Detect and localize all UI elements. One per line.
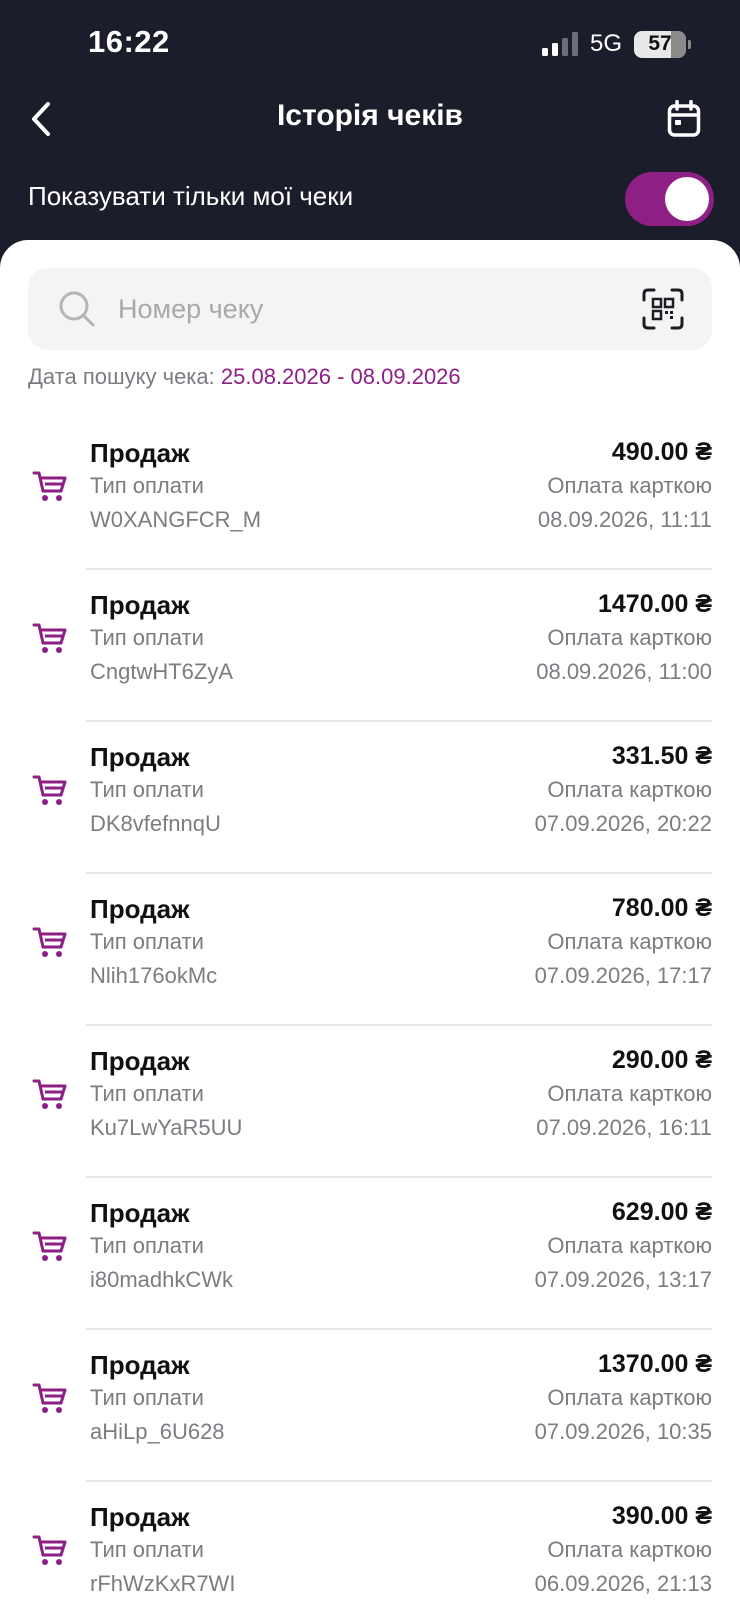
payment-type-label: Тип оплати (90, 1233, 204, 1258)
receipt-title: Продаж (90, 894, 190, 924)
receipt-datetime: 07.09.2026, 20:22 (534, 811, 712, 836)
payment-method: Оплата карткою (547, 1385, 712, 1410)
receipt-datetime: 08.09.2026, 11:00 (536, 659, 712, 684)
qr-scan-button[interactable] (642, 288, 684, 330)
payment-type-label: Тип оплати (90, 1385, 204, 1410)
payment-type-label: Тип оплати (90, 1081, 204, 1106)
receipt-amount: 1370.00 ₴ (598, 1350, 712, 1378)
payment-type-label: Тип оплати (90, 625, 204, 650)
receipt-datetime: 08.09.2026, 11:11 (537, 507, 712, 532)
receipt-number-input[interactable] (118, 288, 598, 330)
receipt-title: Продаж (90, 1350, 190, 1380)
payment-method: Оплата карткою (547, 929, 712, 954)
receipt-id: CngtwHT6ZyA (90, 659, 234, 684)
receipt-datetime: 06.09.2026, 21:13 (534, 1571, 712, 1596)
signal-icon (541, 32, 578, 56)
shopping-cart-icon (32, 1231, 67, 1261)
payment-type-label: Тип оплати (90, 1537, 204, 1562)
payment-method: Оплата карткою (547, 777, 712, 802)
page-title: Історія чеків (276, 99, 464, 132)
content-sheet: Дата пошуку чека: 25.08.2026 - 08.09.202… (0, 240, 740, 1600)
search-box (28, 268, 712, 350)
receipt-datetime: 07.09.2026, 10:35 (534, 1419, 712, 1444)
receipt-datetime: 07.09.2026, 16:11 (536, 1115, 712, 1140)
receipt-item[interactable]: Продаж Тип оплати aHiLp_6U628 1370.00 ₴ … (0, 1330, 740, 1482)
toggle-knob (665, 177, 709, 221)
only-mine-label: Показувати тільки мої чеки (28, 181, 354, 211)
receipt-title: Продаж (90, 590, 190, 620)
payment-method: Оплата карткою (547, 1537, 712, 1562)
receipt-title: Продаж (90, 438, 190, 468)
shopping-cart-icon (32, 471, 67, 501)
receipt-datetime: 07.09.2026, 13:17 (534, 1267, 712, 1292)
nav-bar: Історія чеків (0, 90, 740, 148)
receipt-item[interactable]: Продаж Тип оплати rFhWzKxR7WI 390.00 ₴ О… (0, 1482, 740, 1600)
only-mine-toggle[interactable] (625, 172, 714, 226)
payment-type-label: Тип оплати (90, 473, 204, 498)
receipt-id: Ku7LwYaR5UU (90, 1115, 243, 1140)
payment-method: Оплата карткою (547, 1233, 712, 1258)
shopping-cart-icon (32, 623, 67, 653)
receipt-title: Продаж (90, 1198, 190, 1228)
payment-method: Оплата карткою (547, 625, 712, 650)
receipt-id: W0XANGFCR_M (90, 507, 262, 532)
receipt-amount: 1470.00 ₴ (598, 590, 712, 618)
shopping-cart-icon (32, 1079, 67, 1109)
receipt-item[interactable]: Продаж Тип оплати Ku7LwYaR5UU 290.00 ₴ О… (0, 1026, 740, 1178)
payment-method: Оплата карткою (547, 1081, 712, 1106)
status-bar: 16:22 5G 57 (0, 0, 740, 90)
payment-method: Оплата карткою (547, 473, 712, 498)
search-date-range: Дата пошуку чека: 25.08.2026 - 08.09.202… (28, 364, 461, 390)
shopping-cart-icon (32, 1535, 67, 1565)
receipt-title: Продаж (90, 1046, 190, 1076)
date-range-label: Дата пошуку чека: (28, 364, 215, 389)
receipt-item[interactable]: Продаж Тип оплати CngtwHT6ZyA 1470.00 ₴ … (0, 570, 740, 722)
receipt-amount: 390.00 ₴ (611, 1502, 712, 1530)
receipt-list: Продаж Тип оплати W0XANGFCR_M 490.00 ₴ О… (0, 418, 740, 1600)
receipt-amount: 629.00 ₴ (611, 1198, 712, 1226)
receipt-id: aHiLp_6U628 (90, 1419, 225, 1444)
receipt-id: i80madhkCWk (90, 1267, 234, 1292)
receipt-amount: 490.00 ₴ (611, 438, 712, 466)
receipt-datetime: 07.09.2026, 17:17 (534, 963, 712, 988)
date-range-value[interactable]: 25.08.2026 - 08.09.2026 (221, 364, 461, 389)
qr-scan-icon (642, 288, 684, 330)
receipt-id: DK8vfefnnqU (90, 811, 221, 836)
shopping-cart-icon (32, 775, 67, 805)
only-mine-filter: Показувати тільки мої чеки (0, 168, 740, 232)
battery-icon: 57 (634, 30, 691, 58)
receipt-id: rFhWzKxR7WI (90, 1571, 236, 1596)
search-icon (59, 291, 95, 327)
receipt-amount: 290.00 ₴ (611, 1046, 712, 1074)
receipt-id: Nlih176okMc (90, 963, 218, 988)
status-indicators: 5G 57 (541, 28, 691, 60)
receipt-title: Продаж (90, 1502, 190, 1532)
receipt-item[interactable]: Продаж Тип оплати DK8vfefnnqU 331.50 ₴ О… (0, 722, 740, 874)
shopping-cart-icon (32, 927, 67, 957)
receipt-amount: 780.00 ₴ (611, 894, 712, 922)
receipt-item[interactable]: Продаж Тип оплати Nlih176okMc 780.00 ₴ О… (0, 874, 740, 1026)
shopping-cart-icon (32, 1383, 67, 1413)
battery-level: 57 (648, 32, 672, 55)
receipt-item[interactable]: Продаж Тип оплати W0XANGFCR_M 490.00 ₴ О… (0, 418, 740, 570)
calendar-icon (667, 100, 701, 137)
payment-type-label: Тип оплати (90, 777, 204, 802)
payment-type-label: Тип оплати (90, 929, 204, 954)
receipt-item[interactable]: Продаж Тип оплати i80madhkCWk 629.00 ₴ О… (0, 1178, 740, 1330)
network-type: 5G (589, 30, 622, 57)
calendar-button[interactable] (658, 94, 710, 144)
receipt-title: Продаж (90, 742, 190, 772)
receipt-amount: 331.50 ₴ (611, 742, 712, 770)
status-time: 16:22 (88, 24, 170, 59)
